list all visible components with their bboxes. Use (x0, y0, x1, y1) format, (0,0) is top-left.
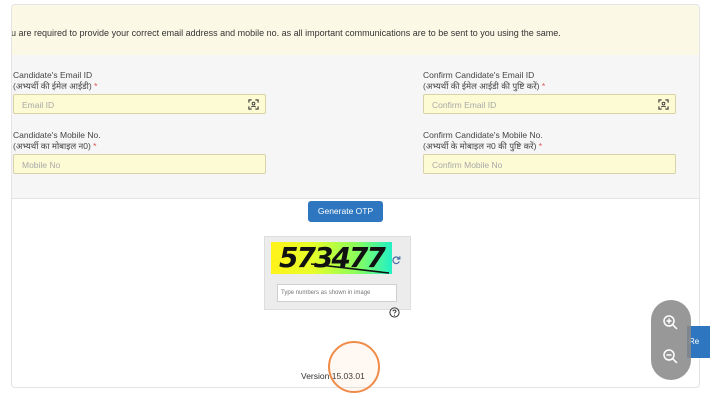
required-mark: * (94, 81, 98, 91)
confirm-mobile-placeholder: Confirm Mobile No (432, 160, 503, 170)
notice-text: ou are required to provide your correct … (12, 28, 561, 38)
captcha-panel: 573477 Type numbers as shown in image (264, 236, 411, 310)
confirm-email-field[interactable]: Confirm Email ID (423, 94, 676, 114)
required-mark: * (541, 81, 546, 91)
captcha-input[interactable]: Type numbers as shown in image (277, 284, 397, 302)
zoom-out-icon[interactable] (662, 348, 679, 365)
help-icon[interactable] (389, 307, 400, 318)
mobile-field[interactable]: Mobile No (13, 154, 266, 174)
confirm-mobile-label: Confirm Candidate's Mobile No. (अभ्यर्थी… (423, 130, 543, 151)
mobile-placeholder: Mobile No (22, 160, 61, 170)
refresh-icon[interactable] (391, 255, 401, 265)
click-highlight-ring (328, 341, 380, 393)
contact-form: Candidate's Email ID (अभ्यर्थी की ईमेल आ… (12, 55, 699, 199)
confirm-mobile-field[interactable]: Confirm Mobile No (423, 154, 676, 174)
required-mark: * (538, 141, 543, 151)
captcha-input-placeholder: Type numbers as shown in image (281, 290, 371, 296)
notice-banner: ou are required to provide your correct … (12, 5, 699, 55)
captcha-noise-line (310, 263, 390, 274)
confirm-email-placeholder: Confirm Email ID (432, 100, 497, 110)
confirm-mobile-field-group: Confirm Candidate's Mobile No. (अभ्यर्थी… (423, 130, 676, 174)
email-label: Candidate's Email ID (अभ्यर्थी की ईमेल आ… (13, 70, 98, 91)
generate-otp-button[interactable]: Generate OTP (308, 201, 383, 222)
captcha-image: 573477 (271, 242, 392, 274)
mobile-field-group: Candidate's Mobile No. (अभ्यर्थी का मोबा… (13, 130, 266, 174)
zoom-controls (651, 300, 691, 380)
email-placeholder: Email ID (22, 100, 55, 110)
email-field[interactable]: Email ID (13, 94, 266, 114)
confirm-email-label: Confirm Candidate's Email ID (अभ्यर्थी क… (423, 70, 546, 91)
zoom-in-icon[interactable] (662, 314, 679, 331)
scan-icon[interactable] (248, 99, 259, 110)
required-mark: * (93, 141, 97, 151)
mobile-label: Candidate's Mobile No. (अभ्यर्थी का मोबा… (13, 130, 101, 151)
registration-card: ou are required to provide your correct … (11, 4, 700, 388)
email-field-group: Candidate's Email ID (अभ्यर्थी की ईमेल आ… (13, 70, 266, 114)
confirm-email-field-group: Confirm Candidate's Email ID (अभ्यर्थी क… (423, 70, 676, 114)
scan-icon[interactable] (658, 99, 669, 110)
